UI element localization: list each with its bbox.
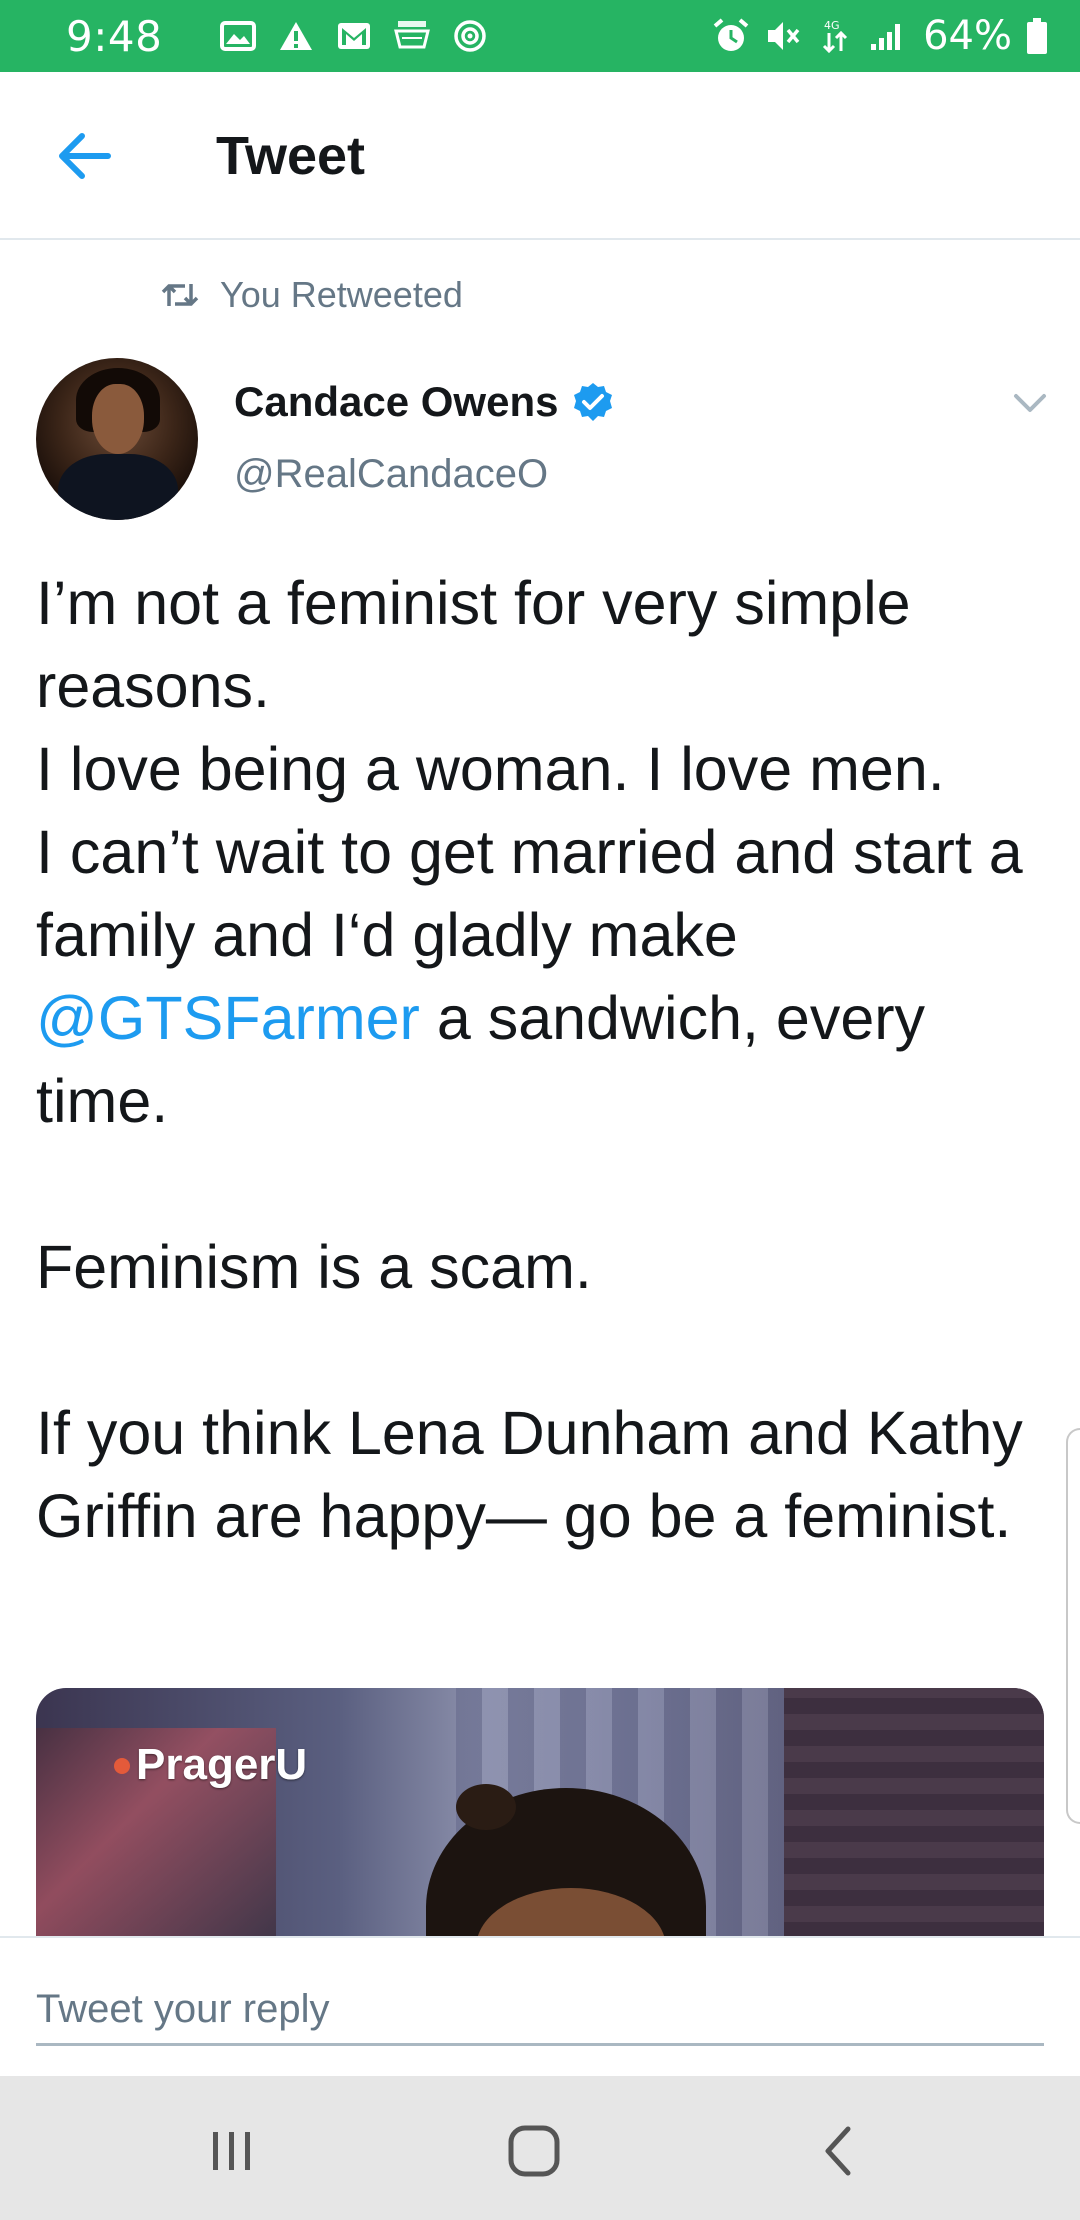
status-right-icons: 4G 64% (711, 13, 1050, 59)
author-handle[interactable]: @RealCandaceO (234, 452, 548, 497)
gmail-icon (334, 18, 374, 54)
system-nav-bar (0, 2076, 1080, 2220)
reply-input[interactable] (36, 1976, 1044, 2046)
home-icon (508, 2125, 560, 2177)
tweet-line-2: I love being a woman. I love men. (36, 735, 945, 803)
app-header: Tweet (0, 72, 1080, 240)
back-arrow-icon (59, 133, 111, 179)
avatar-face (92, 384, 144, 454)
media-brick-wall (784, 1688, 1044, 1938)
author-name-row[interactable]: Candace Owens (234, 378, 614, 426)
back-button[interactable] (52, 124, 116, 188)
avatar[interactable] (36, 358, 198, 520)
back-chevron-icon (825, 2126, 851, 2176)
media-brand-logo: PragerU (136, 1740, 308, 1789)
battery-percent: 64% (923, 13, 1012, 59)
back-nav-button[interactable] (798, 2116, 878, 2186)
edge-panel-handle[interactable] (1066, 1428, 1080, 1824)
mute-icon (763, 18, 803, 54)
recent-apps-icon (213, 2132, 250, 2170)
sync-icon (450, 18, 490, 54)
tweet-line-1: I’m not a feminist for very simple reaso… (36, 569, 911, 720)
alarm-icon (711, 18, 751, 54)
amazon-icon (392, 18, 432, 54)
reply-bar (0, 1936, 1080, 2076)
status-time: 9:48 (66, 11, 163, 61)
tweet-text: I’m not a feminist for very simple reaso… (36, 562, 1046, 1558)
avatar-body (58, 454, 178, 520)
signal-icon (867, 18, 907, 54)
mention-link[interactable]: @GTSFarmer (36, 984, 420, 1052)
svg-text:4G: 4G (824, 19, 840, 32)
brand-dot-icon (114, 1758, 130, 1774)
tweet-media-video[interactable]: PragerU (36, 1688, 1044, 1938)
tweet-line-4: Feminism is a scam. (36, 1233, 592, 1301)
retweet-label: You Retweeted (220, 274, 463, 315)
author-name[interactable]: Candace Owens (234, 378, 558, 426)
media-person-bun (456, 1784, 516, 1830)
chevron-down-icon (1014, 394, 1046, 412)
tweet-line-3: I can’t wait to get married and start a … (36, 811, 1046, 1143)
warning-icon (276, 18, 316, 54)
home-button[interactable] (494, 2116, 574, 2186)
verified-badge-icon (572, 381, 614, 423)
more-options-button[interactable] (1008, 382, 1052, 426)
status-left-icons (218, 18, 490, 54)
recent-apps-button[interactable] (192, 2116, 272, 2186)
gallery-icon (218, 18, 258, 54)
page-title: Tweet (216, 126, 366, 186)
retweet-icon (160, 275, 200, 315)
tweet-line-3-before: I can’t wait to get married and start a … (36, 818, 1023, 969)
tweet-line-5: If you think Lena Dunham and Kathy Griff… (36, 1399, 1023, 1550)
battery-icon (1024, 18, 1050, 54)
retweet-context: You Retweeted (160, 274, 463, 316)
data-transfer-icon: 4G (815, 18, 855, 54)
status-bar: 9:48 4G 64% (0, 0, 1080, 72)
